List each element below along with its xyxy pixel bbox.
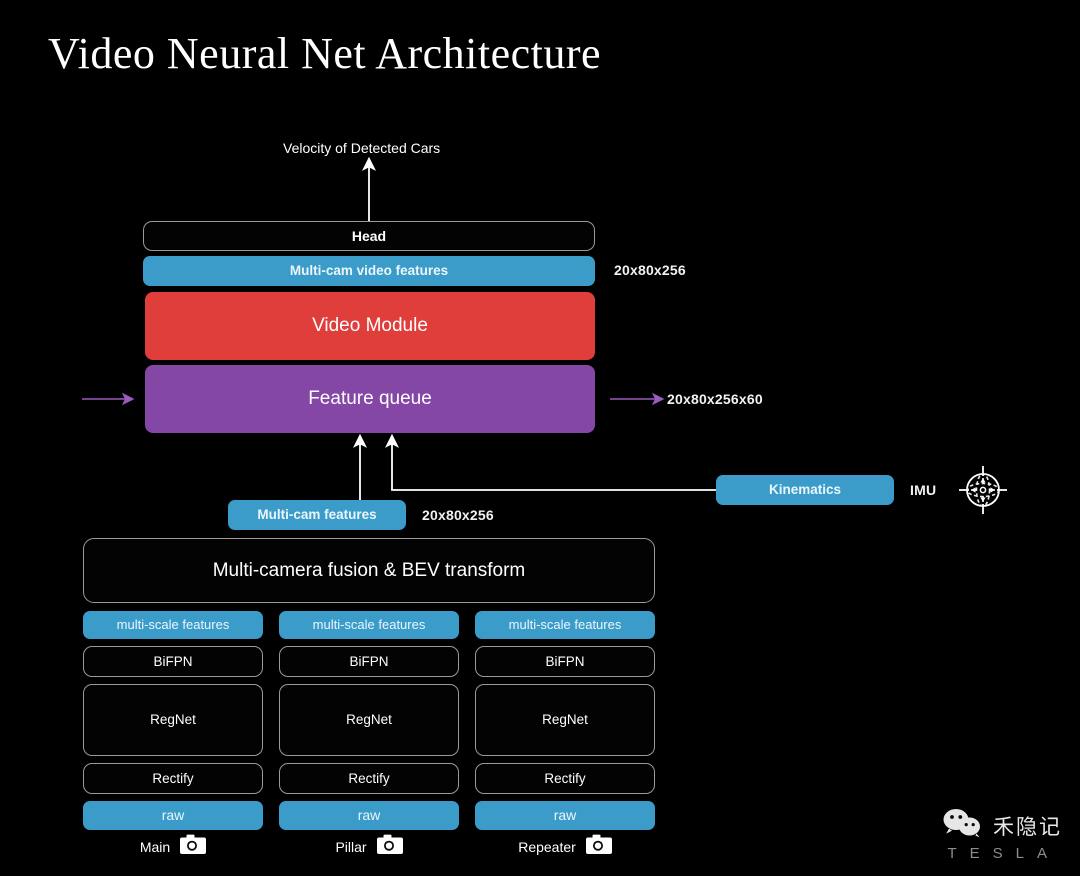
tesla-wordmark: TESLA bbox=[947, 845, 1060, 862]
stage-bifpn[interactable]: BiFPN bbox=[475, 646, 655, 677]
camera-name: Repeater bbox=[518, 838, 576, 855]
wechat-icon bbox=[942, 808, 984, 843]
stage-bifpn[interactable]: BiFPN bbox=[83, 646, 263, 677]
node-multicam-video-features[interactable]: Multi-cam video features bbox=[143, 256, 595, 286]
node-video-module[interactable]: Video Module bbox=[145, 292, 595, 360]
stage-rectify[interactable]: Rectify bbox=[475, 763, 655, 794]
backbone-column-repeater: multi-scale features BiFPN RegNet Rectif… bbox=[475, 611, 655, 830]
dim-multicam-features: 20x80x256 bbox=[422, 507, 494, 523]
stage-multi-scale-features[interactable]: multi-scale features bbox=[83, 611, 263, 639]
arrow-kinematics-to-queue bbox=[384, 433, 716, 491]
watermark-account-row: 禾隐记 bbox=[942, 808, 1062, 843]
stage-raw[interactable]: raw bbox=[279, 801, 459, 830]
imu-label: IMU bbox=[910, 482, 937, 498]
diagram-canvas: Video Neural Net Architecture Velocity o… bbox=[0, 0, 1080, 876]
stage-raw[interactable]: raw bbox=[475, 801, 655, 830]
watermark-account-name: 禾隐记 bbox=[993, 814, 1062, 839]
camera-label-pillar: Pillar bbox=[279, 834, 459, 859]
camera-icon bbox=[376, 834, 403, 859]
node-feature-queue[interactable]: Feature queue bbox=[145, 365, 595, 433]
stage-bifpn[interactable]: BiFPN bbox=[279, 646, 459, 677]
camera-label-main: Main bbox=[83, 834, 263, 859]
stage-multi-scale-features[interactable]: multi-scale features bbox=[475, 611, 655, 639]
node-multicam-features[interactable]: Multi-cam features bbox=[228, 500, 406, 530]
output-label: Velocity of Detected Cars bbox=[283, 140, 441, 156]
stage-regnet[interactable]: RegNet bbox=[83, 684, 263, 756]
stage-raw[interactable]: raw bbox=[83, 801, 263, 830]
camera-icon bbox=[585, 834, 612, 859]
dim-feature-queue: 20x80x256x60 bbox=[667, 391, 763, 407]
camera-icon bbox=[180, 834, 207, 859]
node-head[interactable]: Head bbox=[143, 221, 595, 251]
stage-rectify[interactable]: Rectify bbox=[279, 763, 459, 794]
camera-name: Pillar bbox=[335, 838, 367, 855]
camera-name: Main bbox=[139, 838, 171, 855]
node-kinematics[interactable]: Kinematics bbox=[716, 475, 894, 505]
page-title: Video Neural Net Architecture bbox=[48, 29, 602, 78]
gyroscope-icon bbox=[957, 464, 1009, 516]
stage-rectify[interactable]: Rectify bbox=[83, 763, 263, 794]
stage-multi-scale-features[interactable]: multi-scale features bbox=[279, 611, 459, 639]
backbone-column-main: multi-scale features BiFPN RegNet Rectif… bbox=[83, 611, 263, 830]
node-fusion-bev[interactable]: Multi-camera fusion & BEV transform bbox=[83, 538, 655, 603]
stage-regnet[interactable]: RegNet bbox=[279, 684, 459, 756]
dim-multicam-video-features: 20x80x256 bbox=[614, 262, 686, 278]
backbone-column-pillar: multi-scale features BiFPN RegNet Rectif… bbox=[279, 611, 459, 830]
watermark: 禾隐记 TESLA bbox=[942, 808, 1062, 862]
stage-regnet[interactable]: RegNet bbox=[475, 684, 655, 756]
camera-label-repeater: Repeater bbox=[475, 834, 655, 859]
